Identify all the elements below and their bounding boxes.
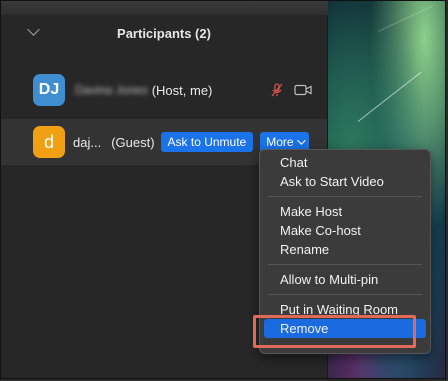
menu-divider bbox=[268, 196, 422, 197]
participant-role: (Guest) bbox=[111, 134, 155, 150]
participant-name: daj... bbox=[73, 134, 102, 150]
participant-role: (Host, me) bbox=[151, 82, 213, 98]
menu-divider bbox=[268, 294, 422, 295]
zoom-window: Participants (2) DJ Davina Jones (Host, … bbox=[0, 0, 446, 379]
menu-item-allow-to-multi-pin[interactable]: Allow to Multi-pin bbox=[260, 270, 430, 289]
muted-microphone-icon[interactable] bbox=[269, 82, 285, 98]
menu-item-rename[interactable]: Rename bbox=[260, 240, 430, 259]
collapse-chevron-icon[interactable] bbox=[27, 23, 40, 36]
menu-item-make-host[interactable]: Make Host bbox=[260, 202, 430, 221]
avatar: DJ bbox=[33, 74, 65, 106]
video-camera-icon[interactable] bbox=[294, 84, 312, 96]
more-button-label: More bbox=[266, 135, 294, 149]
participant-name: Davina Jones bbox=[75, 83, 148, 97]
avatar-initials: DJ bbox=[38, 81, 60, 98]
ask-to-unmute-button[interactable]: Ask to Unmute bbox=[160, 132, 254, 152]
menu-item-make-co-host[interactable]: Make Co-host bbox=[260, 221, 430, 240]
participant-row-host[interactable]: DJ Davina Jones (Host, me) bbox=[1, 67, 327, 113]
participants-title: Participants (2) bbox=[117, 25, 211, 41]
annotation-highlight-box bbox=[253, 315, 416, 348]
light-streak bbox=[377, 5, 433, 32]
participants-header: Participants (2) bbox=[1, 15, 327, 51]
avatar-initials: d bbox=[43, 131, 54, 152]
menu-divider bbox=[268, 264, 422, 265]
menu-item-chat[interactable]: Chat bbox=[260, 153, 430, 172]
light-streak bbox=[357, 71, 422, 122]
avatar: d bbox=[33, 126, 65, 158]
menu-item-ask-to-start-video[interactable]: Ask to Start Video bbox=[260, 172, 430, 191]
chevron-down-icon bbox=[296, 136, 306, 145]
